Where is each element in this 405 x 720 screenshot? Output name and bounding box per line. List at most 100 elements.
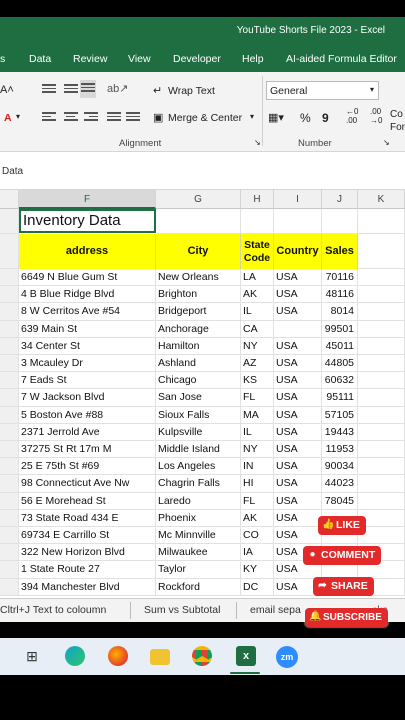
country-cell[interactable]: USA bbox=[274, 355, 322, 373]
header-state-code[interactable]: State Code bbox=[241, 234, 274, 269]
row-header[interactable] bbox=[0, 355, 19, 373]
comma-style-button[interactable]: 9 bbox=[322, 111, 329, 125]
task-view-icon[interactable]: ⊞ bbox=[22, 646, 42, 666]
orientation-icon[interactable]: ab↗ bbox=[107, 82, 128, 95]
sales-cell[interactable]: 11953 bbox=[322, 441, 358, 459]
file-explorer-icon[interactable] bbox=[150, 649, 170, 665]
city-cell[interactable]: San Jose bbox=[156, 389, 241, 407]
city-cell[interactable]: Rockford bbox=[156, 578, 241, 596]
comment-button[interactable]: ● COMMENT bbox=[303, 546, 382, 565]
cell[interactable] bbox=[241, 209, 274, 234]
row-header[interactable] bbox=[0, 509, 19, 527]
city-cell[interactable]: Brighton bbox=[156, 286, 241, 304]
city-cell[interactable]: Ashland bbox=[156, 355, 241, 373]
address-cell[interactable]: 1 State Route 27 bbox=[19, 561, 156, 579]
column-header-j[interactable]: J bbox=[322, 190, 358, 209]
menu-item-data[interactable]: Data bbox=[29, 53, 51, 65]
sales-cell[interactable]: 99501 bbox=[322, 320, 358, 338]
country-cell[interactable]: USA bbox=[274, 269, 322, 287]
chrome-icon[interactable] bbox=[192, 646, 212, 666]
country-cell[interactable]: USA bbox=[274, 337, 322, 355]
address-cell[interactable]: 322 New Horizon Blvd bbox=[19, 544, 156, 562]
decrease-decimal-icon[interactable]: .00 →0 bbox=[370, 107, 382, 125]
cell[interactable] bbox=[358, 372, 405, 390]
cell[interactable] bbox=[358, 286, 405, 304]
cell[interactable] bbox=[358, 475, 405, 493]
sales-cell[interactable]: 57105 bbox=[322, 406, 358, 424]
state-cell[interactable]: IN bbox=[241, 458, 274, 476]
sales-cell[interactable]: 8014 bbox=[322, 303, 358, 321]
cell[interactable] bbox=[358, 355, 405, 373]
country-cell[interactable]: USA bbox=[274, 458, 322, 476]
conditional-formatting-button[interactable]: Co For bbox=[390, 108, 405, 134]
sales-cell[interactable]: 19443 bbox=[322, 423, 358, 441]
cell[interactable] bbox=[358, 441, 405, 459]
country-cell[interactable]: USA bbox=[274, 286, 322, 304]
address-cell[interactable]: 69734 E Carrillo St bbox=[19, 527, 156, 545]
sheet-tab-text-to-column[interactable]: Cltrl+J Text to coloumn bbox=[0, 604, 106, 616]
wrap-text-icon[interactable]: ↵ bbox=[153, 84, 162, 97]
sales-cell[interactable]: 48116 bbox=[322, 286, 358, 304]
state-cell[interactable]: FL bbox=[241, 492, 274, 510]
city-cell[interactable]: Middle Island bbox=[156, 441, 241, 459]
align-middle-icon[interactable] bbox=[64, 84, 78, 94]
header-address[interactable]: address bbox=[19, 234, 156, 269]
address-cell[interactable]: 639 Main St bbox=[19, 320, 156, 338]
sales-cell[interactable]: 90034 bbox=[322, 458, 358, 476]
column-header-f[interactable]: F bbox=[19, 190, 156, 209]
address-cell[interactable]: 73 State Road 434 E bbox=[19, 509, 156, 527]
excel-taskbar-icon[interactable]: x bbox=[236, 646, 256, 666]
font-color-icon[interactable]: A bbox=[4, 112, 12, 124]
city-cell[interactable]: Chagrin Falls bbox=[156, 475, 241, 493]
cell[interactable] bbox=[358, 423, 405, 441]
city-cell[interactable]: New Orleans bbox=[156, 269, 241, 287]
state-cell[interactable]: AK bbox=[241, 286, 274, 304]
city-cell[interactable]: Bridgeport bbox=[156, 303, 241, 321]
address-cell[interactable]: 3 Mcauley Dr bbox=[19, 355, 156, 373]
row-header[interactable] bbox=[0, 372, 19, 390]
cell[interactable] bbox=[358, 406, 405, 424]
header-country[interactable]: Country bbox=[274, 234, 322, 269]
address-cell[interactable]: 6649 N Blue Gum St bbox=[19, 269, 156, 287]
city-cell[interactable]: Phoenix bbox=[156, 509, 241, 527]
address-cell[interactable]: 98 Connecticut Ave Nw bbox=[19, 475, 156, 493]
city-cell[interactable]: Taylor bbox=[156, 561, 241, 579]
cell[interactable] bbox=[358, 458, 405, 476]
sheet-tab-email-separate[interactable]: email sepa bbox=[250, 604, 301, 616]
column-header-h[interactable]: H bbox=[241, 190, 274, 209]
row-header[interactable] bbox=[0, 475, 19, 493]
country-cell[interactable]: USA bbox=[274, 303, 322, 321]
cell[interactable] bbox=[358, 303, 405, 321]
country-cell[interactable]: USA bbox=[274, 423, 322, 441]
address-cell[interactable]: 34 Center St bbox=[19, 337, 156, 355]
city-cell[interactable]: Los Angeles bbox=[156, 458, 241, 476]
city-cell[interactable]: Hamilton bbox=[156, 337, 241, 355]
align-top-icon[interactable] bbox=[42, 84, 56, 94]
sales-cell[interactable]: 78045 bbox=[322, 492, 358, 510]
state-cell[interactable]: AZ bbox=[241, 355, 274, 373]
state-cell[interactable]: KY bbox=[241, 561, 274, 579]
country-cell[interactable]: USA bbox=[274, 492, 322, 510]
country-cell[interactable]: USA bbox=[274, 527, 322, 545]
select-all-corner[interactable] bbox=[0, 190, 19, 209]
cell[interactable] bbox=[358, 234, 405, 269]
address-cell[interactable]: 394 Manchester Blvd bbox=[19, 578, 156, 596]
row-header[interactable] bbox=[0, 441, 19, 459]
title-cell-active[interactable]: Inventory Data bbox=[19, 209, 156, 233]
menu-item-view[interactable]: View bbox=[128, 53, 151, 65]
row-header[interactable] bbox=[0, 406, 19, 424]
row-header[interactable] bbox=[0, 234, 19, 269]
city-cell[interactable]: Laredo bbox=[156, 492, 241, 510]
like-button[interactable]: 👍 LIKE bbox=[318, 516, 366, 535]
row-header[interactable] bbox=[0, 269, 19, 287]
menu-item-ai-formula-editor[interactable]: AI-aided Formula Editor bbox=[286, 53, 397, 65]
cell[interactable] bbox=[358, 492, 405, 510]
row-header[interactable] bbox=[0, 492, 19, 510]
cell[interactable] bbox=[358, 337, 405, 355]
cell[interactable] bbox=[358, 209, 405, 234]
address-cell[interactable]: 8 W Cerritos Ave #54 bbox=[19, 303, 156, 321]
row-header[interactable] bbox=[0, 561, 19, 579]
address-cell[interactable]: 7 W Jackson Blvd bbox=[19, 389, 156, 407]
row-header[interactable] bbox=[0, 527, 19, 545]
state-cell[interactable]: NY bbox=[241, 441, 274, 459]
